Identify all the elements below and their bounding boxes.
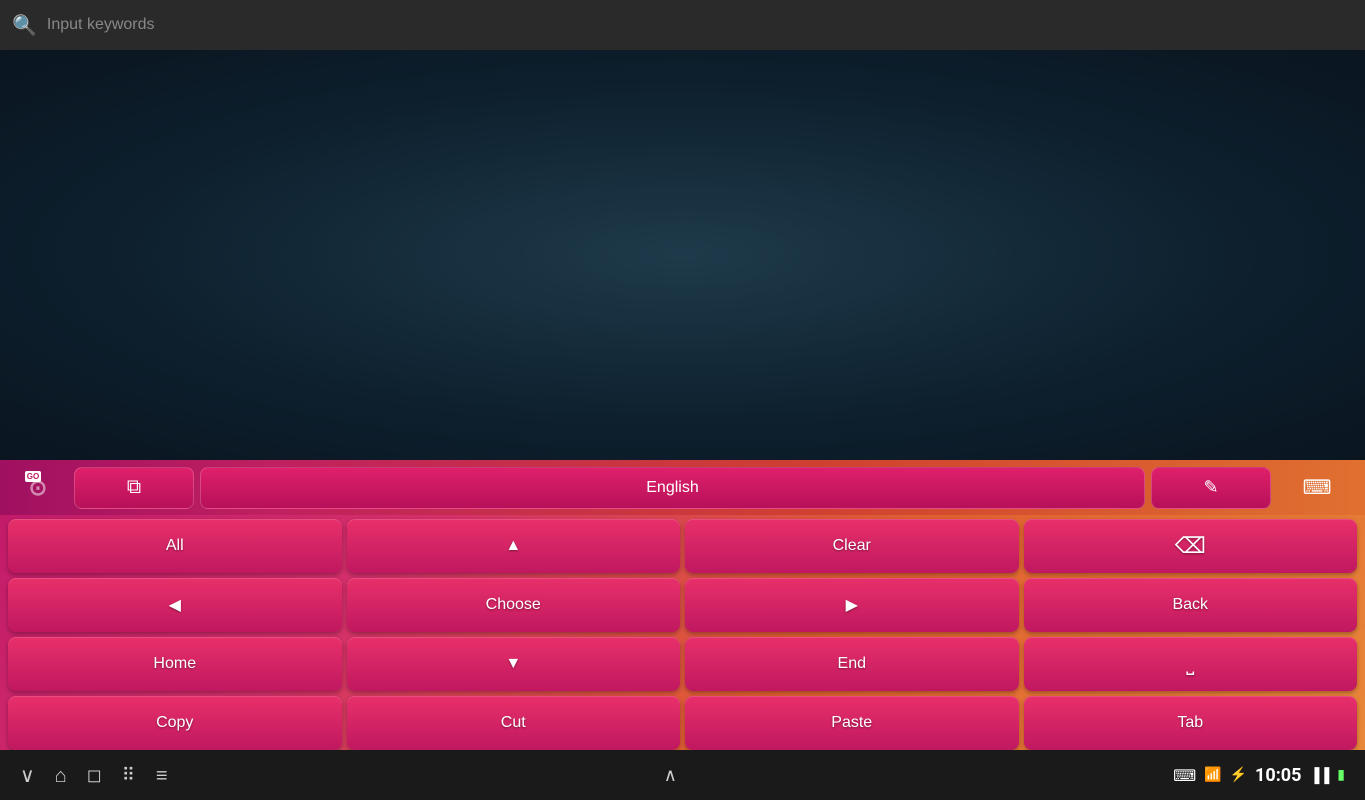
signal-bars-icon: ▐▐ [1309, 767, 1329, 784]
clipboard-button[interactable]: ⧉ [74, 467, 194, 509]
back-label: Back [1172, 596, 1208, 614]
status-time: 10:05 [1255, 765, 1301, 786]
main-content [0, 50, 1365, 460]
clipboard-icon: ⧉ [127, 476, 141, 499]
edit-icon: ✎ [1203, 477, 1218, 498]
go-button[interactable]: GO ⊙ [8, 467, 68, 509]
nav-center: ∧ [664, 765, 677, 786]
back-key[interactable]: Back [1024, 578, 1358, 632]
backspace-key[interactable]: ⌫ [1024, 519, 1358, 573]
cut-label: Cut [501, 714, 526, 732]
nav-left: ∨ ⌂ ◻ ⠿ ≡ [20, 763, 168, 788]
end-label: End [838, 655, 866, 673]
keyboard-status-icon: ⌨ [1173, 766, 1196, 785]
search-icon: 🔍 [12, 13, 37, 37]
copy-label: Copy [156, 714, 193, 732]
keyboard-panel: GO ⊙ ⧉ English ✎ ⌨ All ▲ Clear [0, 460, 1365, 750]
nav-recents-button[interactable]: ◻ [87, 765, 102, 786]
language-button[interactable]: English [200, 467, 1145, 509]
right-key[interactable]: ▶ [685, 578, 1019, 632]
search-input[interactable] [47, 16, 1353, 34]
keyboard-switch-button[interactable]: ⌨ [1277, 467, 1357, 509]
choose-label: Choose [486, 596, 541, 614]
nav-grid-button[interactable]: ⠿ [122, 765, 136, 786]
sim-icon: 📶 [1204, 767, 1221, 783]
nav-up-chevron[interactable]: ∧ [664, 765, 677, 786]
up-icon: ▲ [505, 537, 521, 555]
key-row-4: Copy Cut Paste Tab [8, 696, 1357, 750]
language-label: English [646, 479, 698, 497]
down-icon: ▼ [505, 655, 521, 673]
paste-label: Paste [831, 714, 872, 732]
choose-key[interactable]: Choose [347, 578, 681, 632]
keyboard-keys: All ▲ Clear ⌫ ◀ Choose ▶ Back [0, 515, 1365, 754]
up-key[interactable]: ▲ [347, 519, 681, 573]
battery-icon: ▮ [1337, 767, 1345, 783]
tab-label: Tab [1177, 714, 1203, 732]
key-row-1: All ▲ Clear ⌫ [8, 519, 1357, 573]
clear-key[interactable]: Clear [685, 519, 1019, 573]
search-bar: 🔍 [0, 0, 1365, 50]
charging-icon: ⚡ [1230, 767, 1247, 783]
left-key[interactable]: ◀ [8, 578, 342, 632]
edit-button[interactable]: ✎ [1151, 467, 1271, 509]
tab-key[interactable]: Tab [1024, 696, 1358, 750]
keyboard-switch-icon: ⌨ [1303, 475, 1332, 500]
all-key[interactable]: All [8, 519, 342, 573]
home-label: Home [153, 655, 196, 673]
clear-label: Clear [833, 537, 871, 555]
left-icon: ◀ [169, 595, 181, 615]
go-icon: GO ⊙ [29, 475, 47, 501]
cut-key[interactable]: Cut [347, 696, 681, 750]
space-icon: ⎵ [1186, 653, 1194, 676]
copy-key[interactable]: Copy [8, 696, 342, 750]
status-bar: ⌨ 📶 ⚡ 10:05 ▐▐ ▮ [1173, 765, 1345, 786]
nav-bar: ∨ ⌂ ◻ ⠿ ≡ ∧ ⌨ 📶 ⚡ 10:05 ▐▐ ▮ [0, 750, 1365, 800]
home-key[interactable]: Home [8, 637, 342, 691]
all-label: All [166, 537, 184, 555]
key-row-3: Home ▼ End ⎵ [8, 637, 1357, 691]
keyboard-toolbar: GO ⊙ ⧉ English ✎ ⌨ [0, 460, 1365, 515]
nav-back-button[interactable]: ∨ [20, 763, 35, 787]
space-key[interactable]: ⎵ [1024, 637, 1358, 691]
right-icon: ▶ [846, 595, 858, 615]
nav-menu-button[interactable]: ≡ [156, 763, 168, 788]
end-key[interactable]: End [685, 637, 1019, 691]
nav-home-button[interactable]: ⌂ [55, 763, 67, 788]
down-key[interactable]: ▼ [347, 637, 681, 691]
key-row-2: ◀ Choose ▶ Back [8, 578, 1357, 632]
backspace-icon: ⌫ [1175, 533, 1206, 559]
paste-key[interactable]: Paste [685, 696, 1019, 750]
